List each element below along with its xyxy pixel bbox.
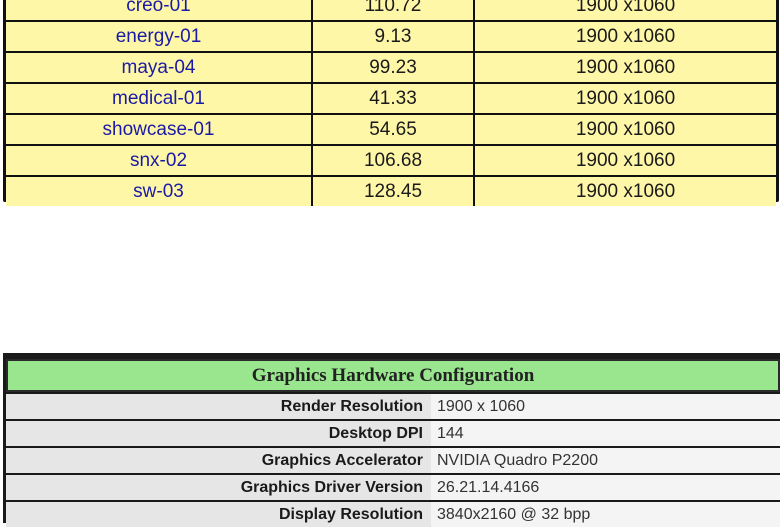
resolution-cell: 1900 x1060 xyxy=(473,177,776,206)
results-table-container: creo-01 110.72 1900 x1060 energy-01 9.13… xyxy=(3,0,779,206)
table-row: snx-02 106.68 1900 x1060 xyxy=(6,146,776,175)
table-row: energy-01 9.13 1900 x1060 xyxy=(6,22,776,51)
field-label: Display Resolution xyxy=(6,502,431,527)
field-label: Graphics Driver Version xyxy=(6,475,431,500)
score-cell: 106.68 xyxy=(311,146,473,175)
table-row: Display Resolution 3840x2160 @ 32 bpp xyxy=(6,502,780,527)
field-value: 144 xyxy=(431,421,780,446)
hardware-config-container: Graphics Hardware Configuration Render R… xyxy=(3,353,780,527)
table-row: Graphics Driver Version 26.21.14.4166 xyxy=(6,475,780,500)
viewset-name[interactable]: maya-04 xyxy=(6,53,311,82)
viewset-name[interactable]: creo-01 xyxy=(6,0,311,20)
field-value: 3840x2160 @ 32 bpp xyxy=(431,502,780,527)
field-label: Desktop DPI xyxy=(6,421,431,446)
table-row: maya-04 99.23 1900 x1060 xyxy=(6,53,776,82)
results-table: creo-01 110.72 1900 x1060 energy-01 9.13… xyxy=(6,0,776,208)
resolution-cell: 1900 x1060 xyxy=(473,0,776,20)
hardware-header-row: Graphics Hardware Configuration xyxy=(6,359,780,392)
score-cell: 9.13 xyxy=(311,22,473,51)
viewset-link[interactable]: snx-02 xyxy=(130,150,187,171)
resolution-cell: 1900 x1060 xyxy=(473,22,776,51)
viewset-link[interactable]: energy-01 xyxy=(116,26,202,47)
viewset-name[interactable]: showcase-01 xyxy=(6,115,311,144)
table-row: sw-03 128.45 1900 x1060 xyxy=(6,177,776,206)
viewset-name[interactable]: snx-02 xyxy=(6,146,311,175)
viewset-name[interactable]: energy-01 xyxy=(6,22,311,51)
field-value: 26.21.14.4166 xyxy=(431,475,780,500)
field-label: Graphics Accelerator xyxy=(6,448,431,473)
viewset-link[interactable]: sw-03 xyxy=(133,181,184,202)
resolution-cell: 1900 x1060 xyxy=(473,84,776,113)
table-row: Render Resolution 1900 x 1060 xyxy=(6,394,780,419)
score-cell: 110.72 xyxy=(311,0,473,20)
table-row: medical-01 41.33 1900 x1060 xyxy=(6,84,776,113)
field-label: Render Resolution xyxy=(6,394,431,419)
score-cell: 54.65 xyxy=(311,115,473,144)
viewset-link[interactable]: showcase-01 xyxy=(103,119,215,140)
score-cell: 99.23 xyxy=(311,53,473,82)
viewset-name[interactable]: sw-03 xyxy=(6,177,311,206)
field-value: 1900 x 1060 xyxy=(431,394,780,419)
viewset-link[interactable]: maya-04 xyxy=(122,57,196,78)
viewset-name[interactable]: medical-01 xyxy=(6,84,311,113)
field-value: NVIDIA Quadro P2200 xyxy=(431,448,780,473)
table-row: creo-01 110.72 1900 x1060 xyxy=(6,0,776,20)
resolution-cell: 1900 x1060 xyxy=(473,53,776,82)
table-row: showcase-01 54.65 1900 x1060 xyxy=(6,115,776,144)
score-cell: 128.45 xyxy=(311,177,473,206)
table-row: Graphics Accelerator NVIDIA Quadro P2200 xyxy=(6,448,780,473)
viewset-link[interactable]: medical-01 xyxy=(112,88,205,109)
table-row: Desktop DPI 144 xyxy=(6,421,780,446)
viewset-link[interactable]: creo-01 xyxy=(126,0,190,16)
hardware-config-table: Graphics Hardware Configuration Render R… xyxy=(6,357,780,529)
resolution-cell: 1900 x1060 xyxy=(473,115,776,144)
hardware-config-title: Graphics Hardware Configuration xyxy=(6,359,780,392)
resolution-cell: 1900 x1060 xyxy=(473,146,776,175)
score-cell: 41.33 xyxy=(311,84,473,113)
